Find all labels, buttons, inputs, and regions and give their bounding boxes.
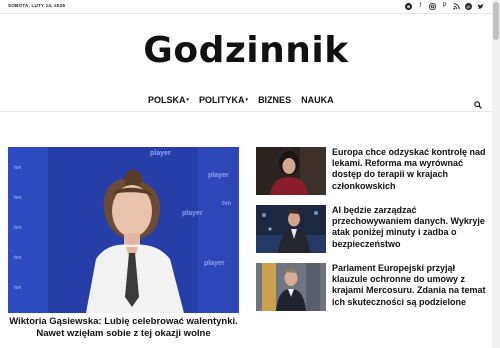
- social-links: ⊕ f P @: [405, 3, 484, 10]
- instagram-icon[interactable]: [429, 3, 436, 10]
- nav-item-polska[interactable]: POLSKA ▾: [148, 95, 189, 105]
- chevron-down-icon: ▾: [245, 97, 249, 103]
- main-nav: POLSKA ▾ POLITYKA ▾ BIZNES NAUKA: [0, 92, 492, 112]
- nav-item-biznes[interactable]: BIZNES: [258, 95, 291, 105]
- top-bar: SOBOTA, LUTY 14, 2026 ⊕ f P @: [0, 0, 492, 14]
- backdrop-text: tvn: [14, 165, 22, 171]
- featured-image[interactable]: player player player player tvn tvn tvn …: [8, 147, 239, 313]
- story-thumbnail[interactable]: [256, 147, 326, 195]
- globe-icon[interactable]: ⊕: [405, 3, 412, 10]
- rss-icon[interactable]: [453, 3, 460, 10]
- story-title[interactable]: Europa chce odzyskać kontrolę nad lekami…: [332, 147, 488, 192]
- threads-icon[interactable]: @: [465, 3, 472, 10]
- backdrop-text: player: [208, 172, 229, 179]
- page-scrollbar[interactable]: [492, 0, 500, 348]
- story-title[interactable]: Parlament Europejski przyjął klauzule oc…: [332, 263, 488, 308]
- backdrop-text: tvn: [14, 225, 22, 231]
- backdrop-text: tvn: [14, 285, 22, 291]
- story-thumbnail[interactable]: [256, 205, 326, 253]
- backdrop-text: player: [204, 260, 225, 267]
- list-item[interactable]: Europa chce odzyskać kontrolę nad lekami…: [256, 147, 488, 199]
- featured-title[interactable]: Wiktoria Gąsiewska: Lubię celebrować wal…: [8, 316, 239, 340]
- chevron-down-icon: ▾: [186, 97, 190, 103]
- facebook-icon[interactable]: f: [417, 3, 424, 10]
- backdrop-text: tvn: [14, 195, 22, 201]
- list-item[interactable]: Parlament Europejski przyjął klauzule oc…: [256, 263, 488, 315]
- backdrop-text: player: [150, 150, 171, 157]
- backdrop-text: tvn: [222, 201, 231, 207]
- site-logo[interactable]: Godzinnik: [0, 30, 492, 71]
- nav-item-nauka[interactable]: NAUKA: [301, 95, 334, 105]
- nav-item-polityka[interactable]: POLITYKA ▾: [199, 95, 248, 105]
- story-thumbnail[interactable]: [256, 263, 326, 311]
- twitter-icon[interactable]: [477, 3, 484, 10]
- story-title[interactable]: AI będzie zarządzać przechowywaniem dany…: [332, 205, 488, 250]
- pinterest-icon[interactable]: P: [441, 3, 448, 10]
- list-item[interactable]: AI będzie zarządzać przechowywaniem dany…: [256, 205, 488, 257]
- backdrop-text: player: [182, 210, 203, 217]
- scrollbar-thumb[interactable]: [493, 2, 499, 40]
- search-icon[interactable]: [474, 96, 482, 109]
- current-date: SOBOTA, LUTY 14, 2026: [8, 3, 66, 8]
- backdrop-text: tvn: [14, 255, 22, 261]
